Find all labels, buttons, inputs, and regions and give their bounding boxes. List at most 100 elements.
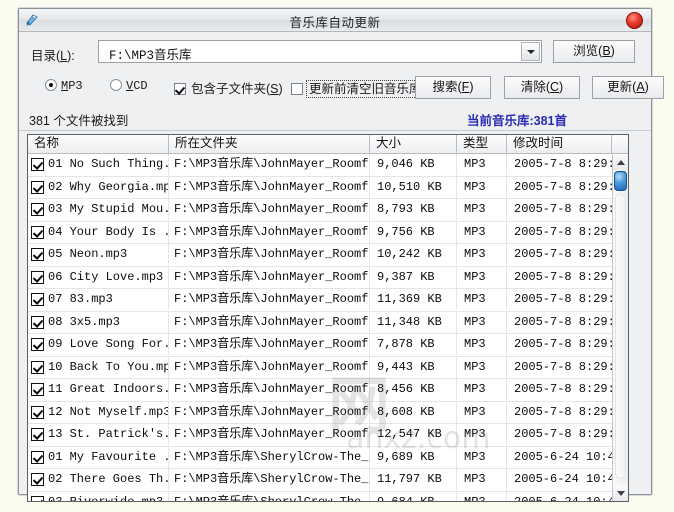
triangle-down-icon[interactable]: [613, 485, 628, 501]
column-header-filler[interactable]: [612, 135, 628, 153]
column-header-folder[interactable]: 所在文件夹: [169, 135, 370, 153]
list-cell-folder: F:\MP3音乐库\JohnMayer_Roomf...: [169, 289, 370, 310]
list-cell-type: MP3: [457, 469, 507, 490]
column-header-name[interactable]: 名称: [28, 135, 169, 153]
list-cell-type: MP3: [457, 266, 507, 288]
list-cell-modified: 2005-7-8 8:29:29: [514, 427, 612, 441]
radio-vcd-label: CD: [133, 79, 148, 93]
list-cell-name: 06 City Love.mp3: [28, 266, 169, 288]
directory-label-text: 目录(: [31, 49, 61, 63]
column-header-size[interactable]: 大小: [370, 135, 457, 153]
list-cell-size: 9,756 KB: [370, 221, 457, 243]
list-cell-modified: 2005-7-8 8:29:29: [514, 157, 612, 171]
table-row[interactable]: 12 Not Myself.mp3 F:\MP3音乐库\JohnMayer_Roo…: [28, 401, 612, 424]
list-cell-modified: 2005-7-8 8:29:29: [514, 382, 612, 396]
table-row[interactable]: 07 83.mp3 F:\MP3音乐库\JohnMayer_Roomf... 11,…: [28, 289, 612, 312]
table-row[interactable]: 04 Your Body Is ...F:\MP3音乐库\JohnMayer_R…: [28, 221, 612, 244]
chevron-down-icon[interactable]: [521, 42, 540, 61]
list-cell-size: 9,443 KB: [370, 356, 457, 378]
directory-input[interactable]: F:\MP3音乐库: [109, 44, 192, 63]
column-header-modified[interactable]: 修改时间: [507, 135, 612, 153]
list-cell-modified: 2005-7-8 8:29:29: [514, 269, 612, 284]
list-cell-folder: F:\MP3音乐库\JohnMayer_Roomf...: [169, 199, 370, 220]
list-cell-folder: F:\MP3音乐库\SherylCrow-The_...: [169, 446, 370, 468]
list-body[interactable]: 01 No Such Thing...F:\MP3音乐库\JohnMayer_R…: [28, 154, 612, 501]
list-cell-modified: 2005-7-8 8:29:29: [514, 337, 612, 351]
triangle-up-shape: [617, 160, 625, 165]
list-cell-type: MP3: [457, 424, 507, 445]
table-row[interactable]: 06 City Love.mp3 F:\MP3音乐库\JohnMayer_Room…: [28, 266, 612, 289]
list-cell-type: MP3: [457, 176, 507, 198]
list-cell-type: MP3: [457, 221, 507, 243]
options-row: MP3 VCD 包含子文件夹(S) 更新前清空旧音乐库 搜索(F) 清除(C) …: [19, 76, 664, 102]
checkbox-include-subfolders[interactable]: 包含子文件夹(S): [174, 78, 283, 97]
table-row[interactable]: 01 My Favourite ...F:\MP3音乐库\SherylCrow-…: [28, 446, 612, 469]
radio-mp3-label: P3: [68, 79, 83, 93]
clear-button-accel: C: [549, 80, 560, 94]
search-button[interactable]: 搜索(F): [415, 76, 491, 99]
triangle-up-icon[interactable]: [613, 154, 628, 170]
checkbox-clear-before-update[interactable]: 更新前清空旧音乐库: [291, 78, 425, 98]
table-row[interactable]: 11 Great Indoors...F:\MP3音乐库\JohnMayer_R…: [28, 379, 612, 402]
radio-mp3[interactable]: MP3: [45, 78, 83, 93]
list-cell-type: MP3: [457, 244, 507, 265]
list-cell-modified: 2005-7-8 8:29:29: [514, 359, 612, 374]
table-row[interactable]: 03 Riverwide.mp3F:\MP3音乐库\SherylCrow-The…: [28, 491, 612, 502]
table-row[interactable]: 10 Back To You.mp3 F:\MP3音乐库\JohnMayer_Ro…: [28, 356, 612, 379]
scrollbar-track[interactable]: [615, 194, 626, 479]
list-cell-size: 11,797 KB: [370, 469, 457, 490]
list-cell-name: 13 St. Patrick's...: [28, 424, 169, 445]
list-header: 名称 所在文件夹 大小 类型 修改时间: [28, 135, 628, 154]
client-area: 目录(L): F:\MP3音乐库 浏览(B) MP3 VCD 包含子文件夹(S): [19, 32, 664, 502]
checkbox-include-subfolders-accel: S: [270, 82, 279, 96]
list-cell-modified: 2005-7-8 8:29:29: [514, 179, 612, 194]
list-cell-modified: 2005-6-24 10:47:46: [507, 492, 612, 502]
table-row[interactable]: 05 Neon.mp3 F:\MP3音乐库\JohnMayer_Roomf... 1…: [28, 244, 612, 267]
vertical-scrollbar[interactable]: [612, 154, 628, 501]
table-row[interactable]: 13 St. Patrick's...F:\MP3音乐库\JohnMayer_R…: [28, 424, 612, 447]
list-cell-size: 9,684 KB: [370, 491, 457, 501]
table-row[interactable]: 09 Love Song For...F:\MP3音乐库\JohnMayer_R…: [28, 334, 612, 357]
checkbox-include-subfolders-indicator: [174, 83, 186, 95]
list-cell-name: 09 Love Song For...: [28, 334, 169, 355]
radio-vcd[interactable]: VCD: [110, 78, 148, 93]
update-button[interactable]: 更新(A): [592, 76, 664, 99]
checkbox-clear-before-update-label: 更新前清空旧音乐库: [306, 80, 425, 98]
table-row[interactable]: 01 No Such Thing...F:\MP3音乐库\JohnMayer_R…: [28, 154, 612, 177]
list-cell-folder: F:\MP3音乐库\SherylCrow-The_...: [169, 491, 370, 501]
list-cell-size: 9,387 KB: [370, 266, 457, 288]
list-cell-folder: F:\MP3音乐库\JohnMayer_Roomf...: [169, 334, 370, 355]
list-cell-name: 12 Not Myself.mp3: [28, 401, 169, 423]
table-row[interactable]: 02 Why Georgia.mp3 F:\MP3音乐库\JohnMayer_Ro…: [28, 176, 612, 199]
close-icon[interactable]: [626, 12, 643, 29]
list-cell-name: 10 Back To You.mp3: [28, 356, 169, 378]
checkbox-include-subfolders-label: 包含子文件夹(: [191, 82, 271, 96]
table-row[interactable]: 03 My Stupid Mou...F:\MP3音乐库\JohnMayer_R…: [28, 199, 612, 222]
table-row[interactable]: 08 3x5.mp3 F:\MP3音乐库\JohnMayer_Roomf... 11…: [28, 311, 612, 334]
list-cell-name: 01 My Favourite ...: [28, 446, 169, 468]
clear-button[interactable]: 清除(C): [504, 76, 580, 99]
directory-combobox[interactable]: F:\MP3音乐库: [98, 40, 542, 63]
scroll-thumb[interactable]: [614, 171, 627, 191]
list-cell-name: 03 My Stupid Mou...: [28, 199, 169, 220]
list-cell-size: 10,242 KB: [370, 244, 457, 265]
table-row[interactable]: 02 There Goes Th...F:\MP3音乐库\SherylCrow-…: [28, 469, 612, 492]
column-header-type[interactable]: 类型: [457, 135, 507, 153]
checkbox-clear-before-update-indicator: [291, 83, 303, 95]
list-cell-size: 7,878 KB: [370, 334, 457, 355]
file-list-view[interactable]: 名称 所在文件夹 大小 类型 修改时间 01 No Such Thing...F…: [27, 134, 629, 502]
list-cell-type: MP3: [457, 199, 507, 220]
checkbox-include-subfolders-suffix: ): [278, 82, 283, 96]
list-cell-modified: 2005-7-8 8:29:29: [514, 202, 612, 216]
list-cell-folder: F:\MP3音乐库\JohnMayer_Roomf...: [169, 221, 370, 243]
list-cell-name: 02 Why Georgia.mp3: [28, 176, 169, 198]
list-cell-modified: 2005-7-8 8:29:29: [514, 224, 612, 239]
list-cell-size: 10,510 KB: [370, 176, 457, 198]
list-cell-modified: 2005-6-24 10:47:46: [514, 472, 612, 486]
browse-button-suffix: ): [610, 44, 615, 58]
directory-label-suffix: ):: [67, 49, 75, 63]
browse-button[interactable]: 浏览(B): [553, 40, 635, 63]
list-cell-modified: 2005-7-8 8:29:29: [514, 404, 612, 419]
files-found-status: 381 个文件被找到: [29, 114, 129, 128]
radio-mp3-indicator: [45, 79, 57, 91]
